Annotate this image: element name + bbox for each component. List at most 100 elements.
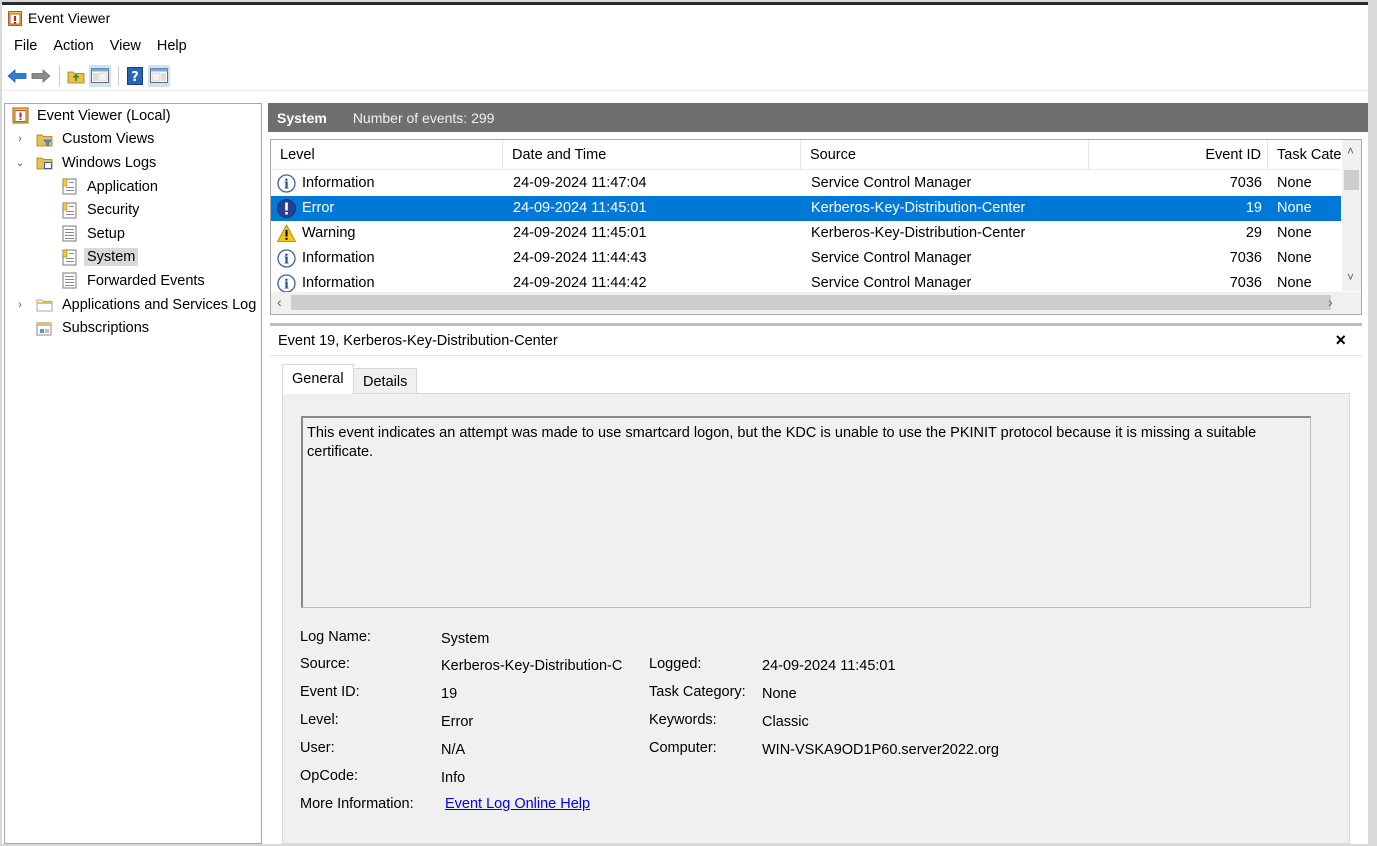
menu-file[interactable]: File — [6, 38, 45, 54]
event-list-vertical-scrollbar[interactable]: ˄ ˅ — [1342, 140, 1361, 291]
tree-item-setup[interactable]: Setup — [5, 222, 261, 246]
tree-item-event-viewer-local[interactable]: Event Viewer (Local) — [5, 104, 261, 128]
user-label: User: — [300, 740, 335, 756]
tree-item-label: Application — [87, 178, 158, 195]
tree-item-system[interactable]: System — [5, 246, 261, 270]
back-arrow-icon — [7, 68, 27, 83]
navigation-tree: Event Viewer (Local) › Custom Views ⌄ Wi… — [4, 103, 262, 844]
back-button[interactable] — [6, 65, 28, 87]
detail-tabs: General Details This event indicates an … — [282, 364, 1350, 844]
info-icon: i — [277, 249, 296, 268]
event-log-online-help-link[interactable]: Event Log Online Help — [445, 796, 590, 812]
show-hide-action-pane-button[interactable] — [148, 64, 170, 87]
folder-filter-icon — [36, 134, 53, 147]
event-row[interactable]: Warning 24-09-2024 11:45:01 Kerberos-Key… — [271, 221, 1341, 246]
general-tab-content: This event indicates an attempt was made… — [282, 393, 1350, 844]
help-button[interactable]: ? — [124, 65, 146, 87]
tree-item-custom-views[interactable]: › Custom Views — [5, 128, 261, 152]
close-icon[interactable]: × — [1335, 330, 1346, 351]
show-hide-tree-button[interactable] — [89, 64, 111, 87]
folder-icon — [36, 299, 53, 312]
event-detail-header: Event 19, Kerberos-Key-Distribution-Cent… — [270, 326, 1362, 356]
event-id-label: Event ID: — [300, 684, 360, 700]
event-source: Kerberos-Key-Distribution-Center — [811, 200, 1026, 216]
svg-text:i: i — [284, 278, 289, 293]
event-task-category: None — [1277, 275, 1312, 291]
computer-value[interactable]: WIN-VSKA9OD1P60.server2022.org — [762, 742, 999, 758]
event-task-category: None — [1277, 175, 1312, 191]
column-header-source[interactable]: Source — [801, 140, 1089, 170]
column-header-task-category[interactable]: Task Categ — [1268, 140, 1343, 170]
keywords-label: Keywords: — [649, 712, 717, 728]
event-source: Kerberos-Key-Distribution-Center — [811, 225, 1026, 241]
title-bar: Event Viewer — [2, 5, 1368, 31]
event-detail-pane: Event 19, Kerberos-Key-Distribution-Cent… — [270, 323, 1362, 844]
level-value[interactable]: Error — [441, 714, 473, 730]
log-plain-icon — [62, 225, 77, 242]
opcode-value[interactable]: Info — [441, 770, 465, 786]
scroll-left-icon[interactable]: ‹ — [277, 294, 282, 310]
tree-item-label: Windows Logs — [62, 154, 157, 171]
event-detail-title: Event 19, Kerberos-Key-Distribution-Cent… — [278, 332, 558, 349]
menu-view[interactable]: View — [102, 38, 149, 54]
event-viewer-icon — [12, 107, 29, 124]
event-row[interactable]: i Information 24-09-2024 11:47:04 Servic… — [271, 171, 1341, 196]
column-header-date-time[interactable]: Date and Time — [503, 140, 801, 170]
event-id: 7036 — [1229, 275, 1262, 291]
column-header-event-id[interactable]: Event ID — [1089, 140, 1268, 170]
event-datetime: 24-09-2024 11:45:01 — [513, 200, 647, 216]
event-row[interactable]: i Information 24-09-2024 11:44:43 Servic… — [271, 246, 1341, 271]
tree-item-label: Custom Views — [62, 131, 155, 148]
event-viewer-window: Event Viewer File Action View Help ? Eve… — [2, 2, 1368, 844]
menu-help[interactable]: Help — [149, 38, 195, 54]
scroll-up-icon[interactable]: ˄ — [1347, 144, 1354, 158]
tree-item-application[interactable]: Application — [5, 175, 261, 199]
menu-action[interactable]: Action — [45, 38, 101, 54]
tree-item-label: Setup — [87, 225, 125, 242]
svg-text:i: i — [284, 253, 289, 268]
task-category-value[interactable]: None — [762, 686, 797, 702]
show-hide-tree-icon — [91, 68, 109, 83]
source-value[interactable]: Kerberos-Key-Distribution-C — [441, 658, 637, 674]
keywords-value[interactable]: Classic — [762, 714, 809, 730]
help-icon: ? — [127, 66, 143, 85]
chevron-right-icon[interactable]: › — [14, 133, 26, 145]
log-name: System — [277, 109, 327, 126]
event-level: Information — [302, 250, 375, 266]
opcode-label: OpCode: — [300, 768, 359, 784]
tab-general[interactable]: General — [282, 364, 354, 394]
event-description[interactable]: This event indicates an attempt was made… — [301, 416, 1311, 608]
tree-item-windows-logs[interactable]: ⌄ Windows Logs — [5, 151, 261, 175]
event-id-value[interactable]: 19 — [441, 686, 457, 702]
event-row-selected[interactable]: Error 24-09-2024 11:45:01 Kerberos-Key-D… — [271, 196, 1341, 221]
scroll-right-icon[interactable]: › — [1328, 294, 1333, 310]
event-level: Error — [302, 200, 335, 216]
user-value[interactable]: N/A — [441, 742, 465, 758]
computer-label: Computer: — [649, 740, 717, 756]
log-name-value[interactable]: System — [441, 631, 489, 647]
forward-button[interactable] — [30, 65, 52, 87]
tree-item-security[interactable]: Security — [5, 198, 261, 222]
event-level: Information — [302, 275, 375, 291]
tab-details[interactable]: Details — [353, 368, 418, 394]
tree-item-label: Subscriptions — [62, 320, 150, 337]
tree-item-label: System — [84, 248, 139, 267]
scrollbar-thumb[interactable] — [291, 295, 1331, 310]
up-level-button[interactable] — [65, 65, 87, 87]
tree-item-applications-and-services-logs[interactable]: › Applications and Services Log — [5, 293, 261, 317]
scroll-down-icon[interactable]: ˅ — [1347, 270, 1354, 284]
scrollbar-thumb[interactable] — [1344, 170, 1359, 190]
chevron-down-icon[interactable]: ⌄ — [14, 156, 26, 169]
event-id: 19 — [1245, 200, 1262, 216]
event-list-horizontal-scrollbar[interactable]: ‹ › — [271, 292, 1361, 314]
log-view-pane: System Number of events: 299 Level Date … — [268, 103, 1368, 844]
tree-item-subscriptions[interactable]: Subscriptions — [5, 316, 261, 340]
chevron-right-icon[interactable]: › — [14, 299, 26, 311]
logged-value[interactable]: 24-09-2024 11:45:01 — [762, 658, 896, 674]
event-row[interactable]: i Information 24-09-2024 11:44:42 Servic… — [271, 271, 1341, 293]
event-datetime: 24-09-2024 11:45:01 — [513, 225, 647, 241]
error-icon — [277, 199, 296, 218]
event-task-category: None — [1277, 225, 1312, 241]
tree-item-forwarded-events[interactable]: Forwarded Events — [5, 269, 261, 293]
column-header-level[interactable]: Level — [271, 140, 503, 170]
